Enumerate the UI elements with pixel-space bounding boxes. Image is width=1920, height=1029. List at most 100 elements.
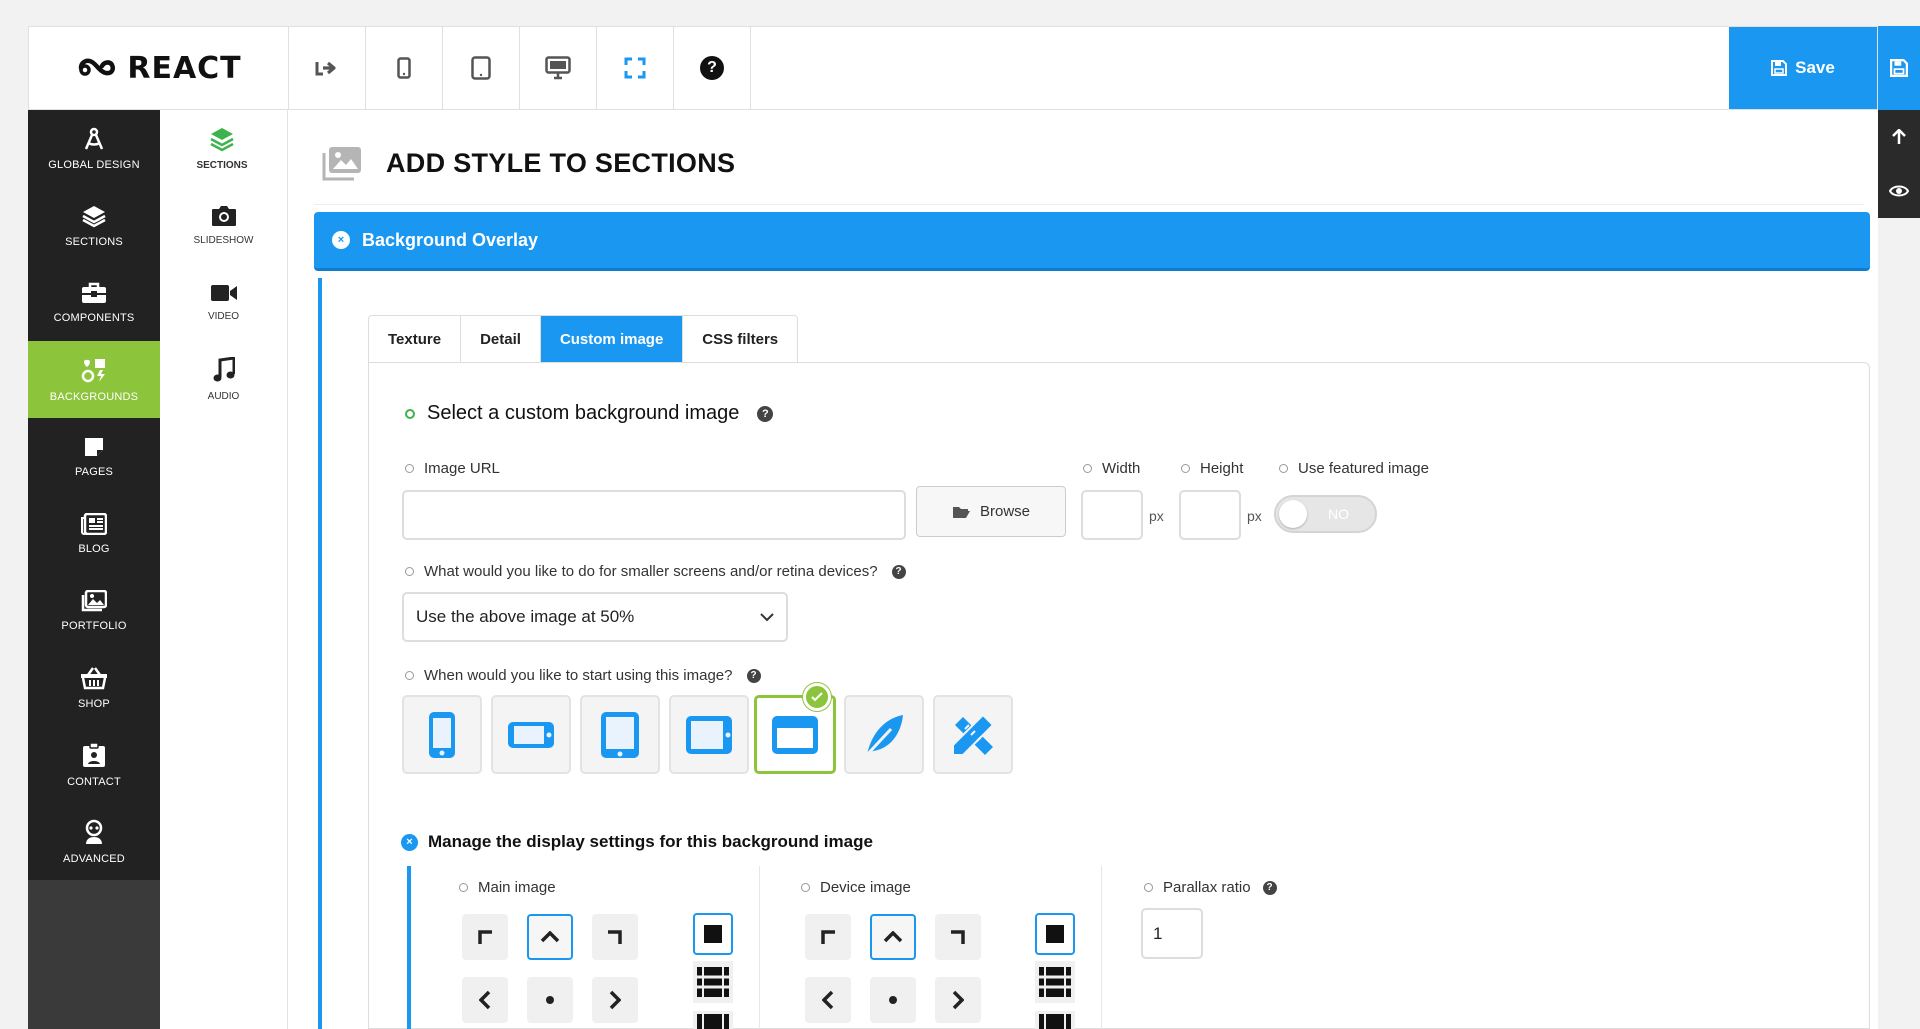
sidebar-item-portfolio[interactable]: PORTFOLIO	[28, 572, 160, 649]
device-position-top-right[interactable]	[935, 914, 981, 960]
header-divider	[314, 204, 1864, 205]
desktop-view-button[interactable]	[520, 27, 597, 109]
corner-top-left-icon	[820, 929, 836, 945]
bullet-icon	[405, 567, 414, 576]
device-position-middle-right[interactable]	[935, 977, 981, 1023]
image-url-label-text: Image URL	[424, 460, 500, 477]
breakpoint-tablet-landscape[interactable]	[669, 695, 749, 774]
chevron-down-icon	[760, 612, 774, 622]
preview-button[interactable]	[1878, 164, 1920, 218]
compass-icon	[82, 127, 106, 151]
scroll-top-button[interactable]	[1878, 110, 1920, 164]
image-url-input[interactable]	[402, 490, 906, 540]
breakpoint-feather[interactable]	[844, 695, 924, 774]
device-size-repeat-x-button[interactable]	[1035, 1011, 1075, 1029]
featured-image-toggle[interactable]: NO	[1274, 495, 1377, 533]
help-icon[interactable]: ?	[757, 405, 774, 422]
browse-button[interactable]: Browse	[916, 486, 1066, 537]
camera-icon	[211, 205, 237, 227]
position-middle-left[interactable]	[462, 977, 508, 1023]
submenu-item-slideshow[interactable]: SLIDESHOW	[160, 187, 287, 264]
basket-icon	[80, 666, 108, 690]
toggle-knob	[1279, 500, 1307, 528]
sidebar-item-sections[interactable]: SECTIONS	[28, 187, 160, 264]
sub-menu: SECTIONS SLIDESHOW VIDEO AUDIO	[160, 110, 288, 1029]
width-label: Width	[1083, 460, 1140, 477]
exit-icon	[315, 58, 339, 78]
arrow-up-icon	[1892, 129, 1906, 145]
close-icon[interactable]: ×	[332, 231, 350, 249]
center-dot-icon	[888, 995, 898, 1005]
phone-portrait-icon	[427, 710, 457, 760]
position-middle-right[interactable]	[592, 977, 638, 1023]
help-icon[interactable]: ?	[1262, 880, 1277, 895]
sidebar-item-contact[interactable]: CONTACT	[28, 726, 160, 803]
position-top-right[interactable]	[592, 914, 638, 960]
sidebar-item-global-design[interactable]: GLOBAL DESIGN	[28, 110, 160, 187]
exit-button[interactable]	[289, 27, 366, 109]
save-button[interactable]: Save	[1729, 27, 1877, 109]
save-label: Save	[1795, 58, 1835, 77]
sidebar-item-advanced[interactable]: ADVANCED	[28, 803, 160, 880]
width-input[interactable]	[1081, 490, 1143, 540]
tab-custom-image[interactable]: Custom image	[540, 316, 684, 363]
help-icon[interactable]: ?	[746, 668, 761, 683]
height-input[interactable]	[1179, 490, 1241, 540]
close-icon[interactable]: ×	[401, 833, 418, 851]
phone-icon	[397, 57, 411, 79]
device-position-top-center[interactable]	[870, 914, 916, 960]
sidebar-item-components[interactable]: COMPONENTS	[28, 264, 160, 341]
breakpoint-pencil-ruler[interactable]	[933, 695, 1013, 774]
device-position-center[interactable]	[870, 977, 916, 1023]
phone-landscape-icon	[506, 720, 556, 750]
tab-texture[interactable]: Texture	[369, 316, 462, 363]
brand-logo[interactable]: REACT	[29, 27, 289, 109]
fill-square-icon	[703, 924, 723, 944]
sidebar-item-blog[interactable]: BLOG	[28, 495, 160, 572]
help-button[interactable]: ?	[674, 27, 751, 109]
position-center[interactable]	[527, 977, 573, 1023]
fullscreen-button[interactable]	[597, 27, 674, 109]
submenu-item-video[interactable]: VIDEO	[160, 264, 287, 341]
top-toolbar: REACT ? Save	[28, 26, 1878, 110]
film-strip-icon	[1039, 1011, 1071, 1029]
tab-css-filters[interactable]: CSS filters	[683, 316, 797, 363]
device-position-middle-left[interactable]	[805, 977, 851, 1023]
device-size-cover-button[interactable]	[1035, 913, 1075, 955]
page-icon	[83, 436, 105, 458]
position-top-center[interactable]	[527, 914, 573, 960]
background-overlay-header[interactable]: × Background Overlay	[314, 212, 1870, 271]
device-position-top-left[interactable]	[805, 914, 851, 960]
bullet-icon	[405, 464, 414, 473]
sidebar-item-shop[interactable]: SHOP	[28, 649, 160, 726]
rail-save-button[interactable]	[1878, 26, 1920, 110]
parallax-ratio-input[interactable]	[1141, 908, 1203, 959]
bullet-icon	[1083, 464, 1092, 473]
retina-select[interactable]: Use the above image at 50%	[402, 592, 788, 642]
parallax-label: Parallax ratio ?	[1144, 879, 1277, 896]
submenu-item-sections[interactable]: SECTIONS	[160, 110, 287, 187]
toolbox-icon	[81, 282, 107, 304]
breakpoint-phone-landscape[interactable]	[491, 695, 571, 774]
position-top-left[interactable]	[462, 914, 508, 960]
size-cover-button[interactable]	[693, 913, 733, 955]
sidebar-item-label: COMPONENTS	[53, 311, 135, 324]
size-repeat-button[interactable]	[693, 961, 733, 1003]
size-repeat-x-button[interactable]	[693, 1011, 733, 1029]
breakpoint-tablet-portrait[interactable]	[580, 695, 660, 774]
device-image-label-text: Device image	[820, 879, 911, 896]
breakpoint-phone-portrait[interactable]	[402, 695, 482, 774]
help-icon[interactable]: ?	[891, 564, 906, 579]
submenu-item-label: SECTIONS	[196, 160, 248, 171]
device-size-repeat-button[interactable]	[1035, 961, 1075, 1003]
submenu-item-audio[interactable]: AUDIO	[160, 341, 287, 418]
submenu-item-label: SLIDESHOW	[193, 235, 254, 246]
overlay-tabs: Texture Detail Custom image CSS filters	[368, 315, 799, 363]
sidebar-item-backgrounds[interactable]: BACKGROUNDS	[28, 341, 160, 418]
phone-view-button[interactable]	[366, 27, 443, 109]
tab-detail[interactable]: Detail	[461, 316, 541, 363]
save-icon	[1890, 59, 1908, 77]
sidebar-item-pages[interactable]: PAGES	[28, 418, 160, 495]
tablet-view-button[interactable]	[443, 27, 520, 109]
width-label-text: Width	[1102, 460, 1141, 477]
